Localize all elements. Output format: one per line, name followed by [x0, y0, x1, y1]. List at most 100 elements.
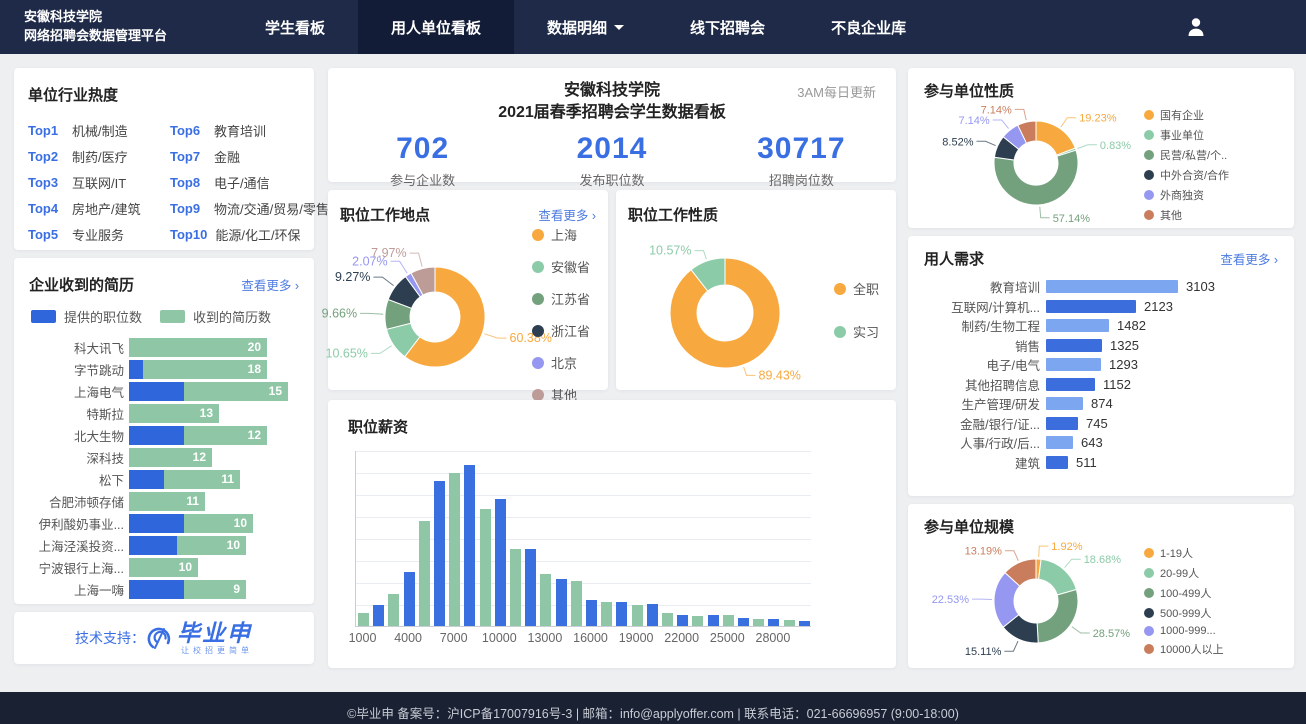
- legend-item[interactable]: 江苏省: [532, 289, 590, 308]
- pie-percent-label: 22.53%: [932, 594, 970, 606]
- industry-rank: Top5: [28, 227, 64, 242]
- legend-dot-icon: [532, 293, 544, 305]
- legend-item[interactable]: 提供的职位数: [31, 307, 142, 326]
- demand-bar: [1046, 300, 1136, 313]
- salary-plot-area: [355, 451, 811, 627]
- x-axis-tick-label: 22000: [664, 631, 699, 645]
- demand-value-label: 643: [1081, 435, 1103, 450]
- legend-item[interactable]: 实习: [834, 322, 879, 341]
- legend-item[interactable]: 收到的简历数: [160, 307, 271, 326]
- legend-dot-icon: [834, 326, 846, 338]
- legend-dot-icon: [1144, 150, 1154, 160]
- pie-percent-label: 15.11%: [965, 646, 1002, 658]
- industry-rank: Top10: [170, 227, 207, 242]
- legend-label: 上海: [551, 225, 577, 244]
- pie-percent-label: 57.14%: [1053, 213, 1091, 225]
- industry-rank: Top7: [170, 149, 206, 164]
- resumes-segment: 11: [164, 470, 240, 489]
- pie-label-leader: [1004, 641, 1018, 651]
- resume-bar-row: 北大生物 12: [29, 424, 299, 446]
- x-axis-tick-label: 19000: [619, 631, 654, 645]
- industry-label: 制药/医疗: [72, 147, 128, 166]
- legend-label: 中外合资/合作: [1160, 167, 1229, 183]
- nav-item-employer-dashboard[interactable]: 用人单位看板: [358, 0, 514, 54]
- demand-bar: [1046, 436, 1073, 449]
- legend-dot-icon: [1144, 110, 1154, 120]
- unit-scale-legend: 1-19人 20-99人 100-499人 500-999人 1000-999... 10…: [1144, 545, 1224, 657]
- histogram-bar: [738, 618, 749, 626]
- histogram-bar: [480, 509, 491, 626]
- legend-item[interactable]: 浙江省: [532, 321, 590, 340]
- company-resumes-more-link[interactable]: 查看更多 ›: [241, 275, 299, 294]
- demand-more-link[interactable]: 查看更多 ›: [1220, 249, 1278, 268]
- job-nature-pie-chart: 89.43%10.57%: [628, 235, 824, 385]
- demand-bar-row: 电子/电气1293: [924, 355, 1278, 375]
- company-name-label: 北大生物: [29, 426, 129, 445]
- legend-item[interactable]: 中外合资/合作: [1144, 167, 1229, 183]
- legend-item[interactable]: 其他: [1144, 207, 1229, 223]
- user-avatar-icon[interactable]: [1184, 15, 1208, 39]
- industry-rank-item: Top6教育培训: [170, 117, 329, 143]
- pie-slice: [1039, 559, 1077, 595]
- pie-label-leader: [373, 277, 393, 286]
- legend-item[interactable]: 事业单位: [1144, 127, 1229, 143]
- legend-item[interactable]: 国有企业: [1144, 107, 1229, 123]
- x-axis-tick-label: 1000: [349, 631, 377, 645]
- histogram-bar: [753, 619, 764, 626]
- legend-item[interactable]: 500-999人: [1144, 605, 1224, 621]
- dashboard-title-line2: 2021届春季招聘会学生数据看板: [328, 102, 896, 124]
- pie-label-leader: [1015, 109, 1026, 120]
- pie-label-leader: [1078, 145, 1097, 149]
- positions-segment: [129, 360, 143, 379]
- legend-label: 国有企业: [1160, 107, 1204, 123]
- legend-item[interactable]: 全职: [834, 279, 879, 298]
- histogram-bar: [434, 481, 445, 626]
- nav-item-student-dashboard[interactable]: 学生看板: [232, 0, 358, 54]
- x-axis-tick-label: 28000: [756, 631, 791, 645]
- industry-rank-item: Top4房地产/建筑: [28, 195, 170, 221]
- x-axis-tick-label: 16000: [573, 631, 608, 645]
- nav-item-bad-company-db[interactable]: 不良企业库: [798, 0, 939, 54]
- histogram-bar: [373, 605, 384, 626]
- demand-category-label: 金融/银行/证...: [924, 414, 1040, 433]
- job-location-more-link[interactable]: 查看更多 ›: [538, 205, 596, 224]
- resumes-segment: 12: [184, 426, 267, 445]
- stacked-bar: 15: [129, 382, 288, 401]
- legend-item[interactable]: 北京: [532, 353, 590, 372]
- positions-segment: [129, 470, 164, 489]
- demand-value-label: 1482: [1117, 318, 1146, 333]
- legend-label: 其他: [1160, 207, 1182, 223]
- stacked-bar: 18: [129, 360, 267, 379]
- resumes-segment: 18: [143, 360, 267, 379]
- resume-bar-row: 深科技12: [29, 446, 299, 468]
- company-resumes-title: 企业收到的简历: [29, 274, 134, 295]
- industry-rank: Top3: [28, 175, 64, 190]
- demand-value-label: 745: [1086, 416, 1108, 431]
- legend-item[interactable]: 外商独资: [1144, 187, 1229, 203]
- legend-item[interactable]: 100-499人: [1144, 585, 1224, 601]
- pie-percent-label: 28.57%: [1093, 628, 1131, 640]
- tech-support-label: 技术支持：: [75, 628, 145, 648]
- industry-label: 物流/交通/贸易/零售: [214, 199, 329, 218]
- salary-title: 职位薪资: [348, 416, 876, 437]
- legend-label: 安徽省: [551, 257, 590, 276]
- unit-nature-card: 参与单位性质 19.23%0.83%57.14%8.52%7.14%7.14% …: [908, 68, 1294, 228]
- legend-item[interactable]: 民营/私营/个..: [1144, 147, 1229, 163]
- nav-item-offline-job-fair[interactable]: 线下招聘会: [657, 0, 798, 54]
- resume-bar-row: 字节跳动18: [29, 358, 299, 380]
- legend-item[interactable]: 安徽省: [532, 257, 590, 276]
- demand-bar: [1046, 339, 1102, 352]
- summary-stats: 702 参与企业数 2014 发布职位数 30717 招聘岗位数: [328, 132, 896, 189]
- legend-item[interactable]: 1-19人: [1144, 545, 1224, 561]
- legend-item[interactable]: 20-99人: [1144, 565, 1224, 581]
- nav-item-data-detail[interactable]: 数据明细: [514, 0, 657, 54]
- legend-item[interactable]: 10000人以上: [1144, 641, 1224, 657]
- left-column: 单位行业热度 Top1机械/制造Top2制药/医疗Top3互联网/ITTop4房…: [14, 68, 314, 672]
- legend-item[interactable]: 1000-999...: [1144, 625, 1224, 637]
- demand-category-label: 教育培训: [924, 277, 1040, 296]
- legend-item[interactable]: 上海: [532, 225, 590, 244]
- demand-bar: [1046, 319, 1109, 332]
- pie-label-leader: [360, 313, 383, 314]
- legend-dot-icon: [532, 261, 544, 273]
- job-location-title: 职位工作地点: [340, 204, 430, 225]
